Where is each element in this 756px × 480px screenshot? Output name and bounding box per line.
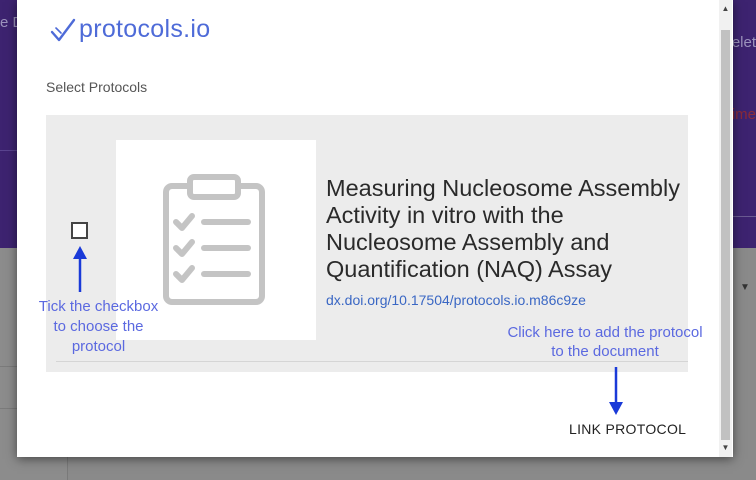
scroll-down-arrow-icon[interactable]: ▼ bbox=[719, 441, 732, 455]
protocol-select-checkbox[interactable] bbox=[71, 222, 88, 239]
up-arrow-icon bbox=[73, 246, 87, 292]
background-right-panel bbox=[732, 150, 756, 248]
link-hint-annotation: Click here to add the protocol to the do… bbox=[507, 324, 703, 360]
select-protocols-label: Select Protocols bbox=[46, 79, 148, 95]
dialog-scrollbar[interactable]: ▲ ▼ bbox=[719, 0, 732, 457]
select-protocol-dialog: protocols.io Select Protocols Measuring … bbox=[17, 0, 733, 457]
background-caret-icon: ▼ bbox=[740, 282, 750, 293]
down-arrow-icon bbox=[609, 367, 623, 415]
protocol-doi-link[interactable]: dx.doi.org/10.17504/protocols.io.m86c9ze bbox=[326, 292, 586, 308]
card-divider bbox=[56, 361, 688, 362]
background-right-text: elet bbox=[731, 34, 756, 51]
background-underline bbox=[732, 216, 756, 217]
checkbox-hint-annotation: Tick the checkbox to choose the protocol bbox=[38, 298, 159, 355]
checkmark-logo-icon bbox=[50, 18, 76, 42]
scroll-up-arrow-icon[interactable]: ▲ bbox=[719, 2, 732, 16]
logo-text: protocols.io bbox=[79, 14, 211, 43]
link-protocol-button[interactable]: LINK PROTOCOL bbox=[563, 416, 692, 442]
protocols-io-logo: protocols.io bbox=[50, 14, 210, 44]
scrollbar-thumb[interactable] bbox=[721, 30, 730, 440]
protocol-title: Measuring Nucleosome Assembly Activity i… bbox=[326, 175, 680, 282]
clipboard-checklist-icon bbox=[163, 174, 265, 305]
